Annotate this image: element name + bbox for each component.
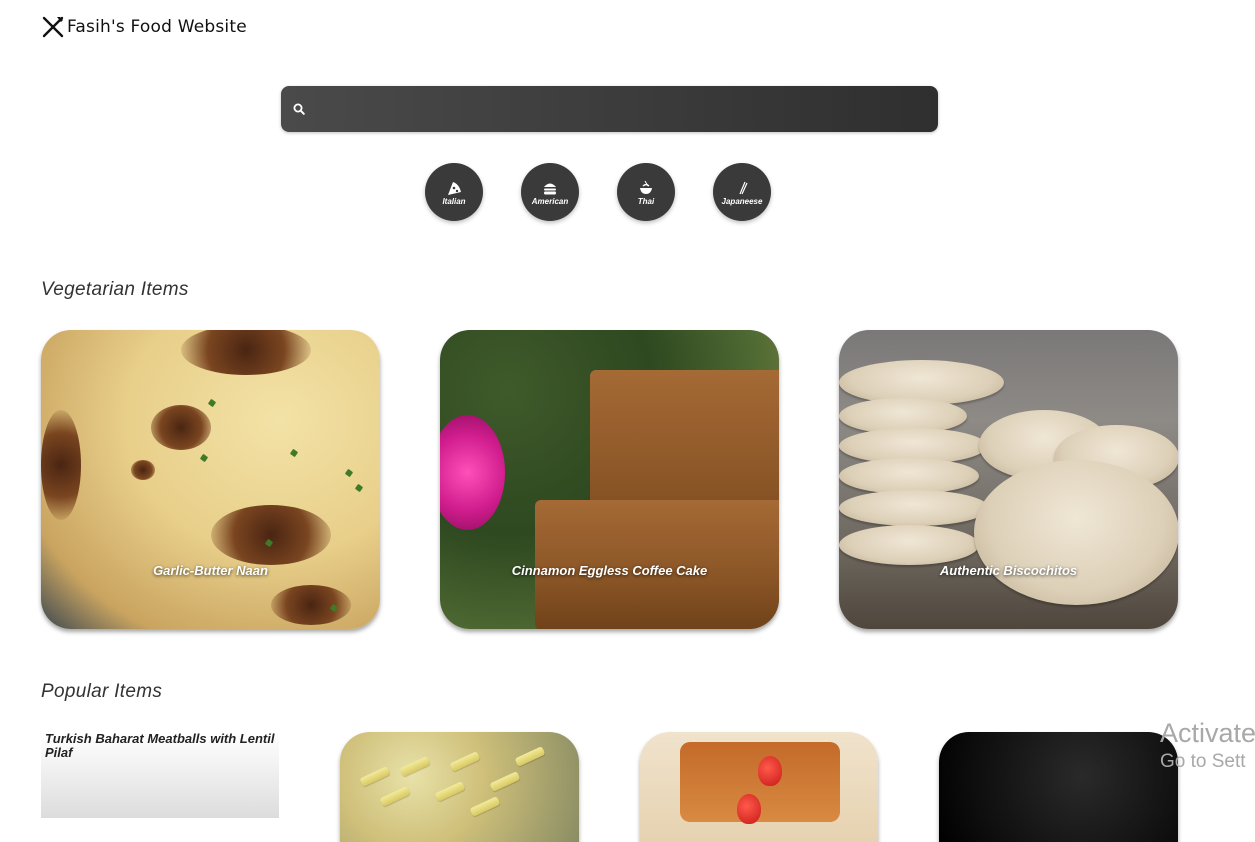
cuisine-label: Thai xyxy=(637,197,655,206)
search-bar[interactable] xyxy=(281,86,938,134)
popular-card-pasta[interactable] xyxy=(340,732,579,842)
food-card-cinnamon-coffee-cake[interactable]: Cinnamon Eggless Coffee Cake xyxy=(440,330,779,629)
food-image xyxy=(340,732,579,842)
activate-windows-watermark: Activate Go to Sett xyxy=(1160,718,1255,773)
search-icon xyxy=(293,103,305,115)
pizza-icon xyxy=(448,182,461,195)
food-card-authentic-biscochitos[interactable]: Authentic Biscochitos xyxy=(839,330,1178,629)
food-card-label: Authentic Biscochitos xyxy=(939,563,1078,578)
cuisine-filters: Italian American Thai Japaneese xyxy=(425,163,771,221)
vegetarian-section-title: Vegetarian Items xyxy=(41,279,189,300)
food-image xyxy=(839,330,1178,629)
food-card-garlic-butter-naan[interactable]: Garlic-Butter Naan xyxy=(41,330,380,629)
watermark-line1: Activate xyxy=(1160,718,1255,748)
cuisine-label: Japaneese xyxy=(721,197,763,206)
cuisine-button-italian[interactable]: Italian xyxy=(425,163,483,221)
site-logo[interactable]: Fasih's Food Website xyxy=(41,14,247,40)
food-image xyxy=(41,330,380,629)
cuisine-button-japanese[interactable]: Japaneese xyxy=(713,163,771,221)
food-image xyxy=(640,732,878,842)
cuisine-button-american[interactable]: American xyxy=(521,163,579,221)
noodle-bowl-icon xyxy=(640,180,652,194)
chopsticks-icon xyxy=(739,181,748,195)
popular-section-title: Popular Items xyxy=(41,681,163,702)
popular-card-dark[interactable] xyxy=(939,732,1178,842)
food-image xyxy=(939,732,1178,842)
search-input[interactable] xyxy=(313,86,927,134)
food-card-label: Cinnamon Eggless Coffee Cake xyxy=(511,563,708,578)
watermark-line2: Go to Sett xyxy=(1160,751,1246,772)
food-card-label: Garlic-Butter Naan xyxy=(153,563,268,578)
fork-knife-icon xyxy=(42,16,64,38)
popular-card-turkish-meatballs[interactable]: Turkish Baharat Meatballs with Lentil Pi… xyxy=(41,732,279,818)
cuisine-label: Italian xyxy=(442,197,466,206)
popular-card-cake[interactable] xyxy=(640,732,878,842)
cuisine-button-thai[interactable]: Thai xyxy=(617,163,675,221)
burger-icon xyxy=(544,183,556,195)
site-title: Fasih's Food Website xyxy=(67,17,247,37)
food-image xyxy=(440,330,779,629)
cuisine-label: American xyxy=(531,197,569,206)
popular-card-label: Turkish Baharat Meatballs with Lentil Pi… xyxy=(45,732,275,760)
